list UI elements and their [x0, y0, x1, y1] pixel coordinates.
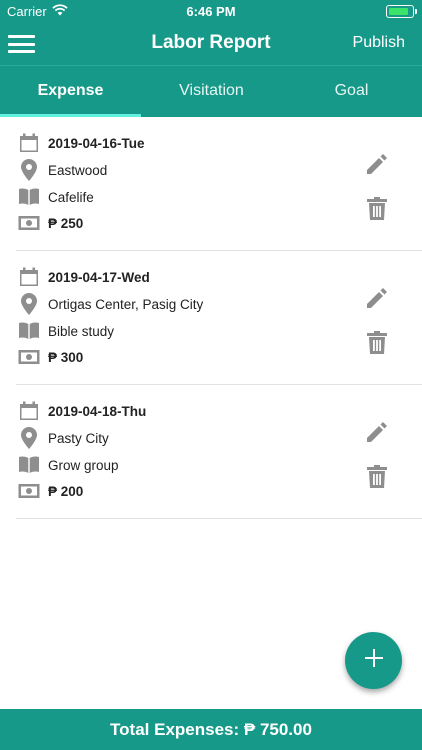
entry-activity: Grow group: [48, 457, 119, 473]
tab-visitation[interactable]: Visitation: [141, 66, 282, 117]
status-time: 6:46 PM: [186, 4, 236, 19]
entry-date: 2019-04-17-Wed: [48, 269, 150, 285]
calendar-icon: [16, 401, 42, 421]
status-bar: Carrier 6:46 PM: [0, 0, 422, 22]
entry-location: Eastwood: [48, 162, 108, 178]
list-item[interactable]: 2019-04-16-Tue Eastwood Cafelife ₱ 250: [16, 117, 422, 251]
pencil-icon[interactable]: [364, 285, 390, 311]
tab-bar: Expense Visitation Goal: [0, 65, 422, 117]
total-expenses-bar: Total Expenses: ₱ 750.00: [0, 709, 422, 750]
entry-location: Pasty City: [48, 430, 109, 446]
trash-icon[interactable]: [366, 465, 388, 489]
entry-activity: Bible study: [48, 323, 115, 339]
pencil-icon[interactable]: [364, 419, 390, 445]
entry-activity: Cafelife: [48, 189, 94, 205]
entry-location: Ortigas Center, Pasig City: [48, 296, 204, 312]
list-item[interactable]: 2019-04-17-Wed Ortigas Center, Pasig Cit…: [16, 251, 422, 385]
entry-amount: ₱ 250: [48, 215, 84, 231]
map-pin-icon: [16, 427, 42, 449]
book-icon: [16, 188, 42, 206]
trash-icon[interactable]: [366, 197, 388, 221]
cash-icon: [16, 349, 42, 365]
plus-icon: [364, 648, 384, 673]
entry-amount: ₱ 300: [48, 349, 84, 365]
pencil-icon[interactable]: [364, 151, 390, 177]
map-pin-icon: [16, 293, 42, 315]
map-pin-icon: [16, 159, 42, 181]
entry-date: 2019-04-16-Tue: [48, 135, 145, 151]
book-icon: [16, 322, 42, 340]
add-expense-button[interactable]: [345, 632, 402, 689]
trash-icon[interactable]: [366, 331, 388, 355]
cash-icon: [16, 215, 42, 231]
expense-list: 2019-04-16-Tue Eastwood Cafelife ₱ 250 2…: [0, 117, 422, 519]
nav-bar: Labor Report Publish: [0, 22, 422, 65]
entry-date: 2019-04-18-Thu: [48, 403, 147, 419]
calendar-icon: [16, 133, 42, 153]
cash-icon: [16, 483, 42, 499]
list-item[interactable]: 2019-04-18-Thu Pasty City Grow group ₱ 2…: [16, 385, 422, 519]
total-expenses-label: Total Expenses: ₱ 750.00: [110, 720, 312, 739]
book-icon: [16, 456, 42, 474]
tab-goal[interactable]: Goal: [281, 66, 422, 117]
tab-expense[interactable]: Expense: [0, 66, 141, 117]
battery-icon: [386, 5, 417, 18]
calendar-icon: [16, 267, 42, 287]
entry-amount: ₱ 200: [48, 483, 84, 499]
publish-button[interactable]: Publish: [353, 34, 405, 52]
